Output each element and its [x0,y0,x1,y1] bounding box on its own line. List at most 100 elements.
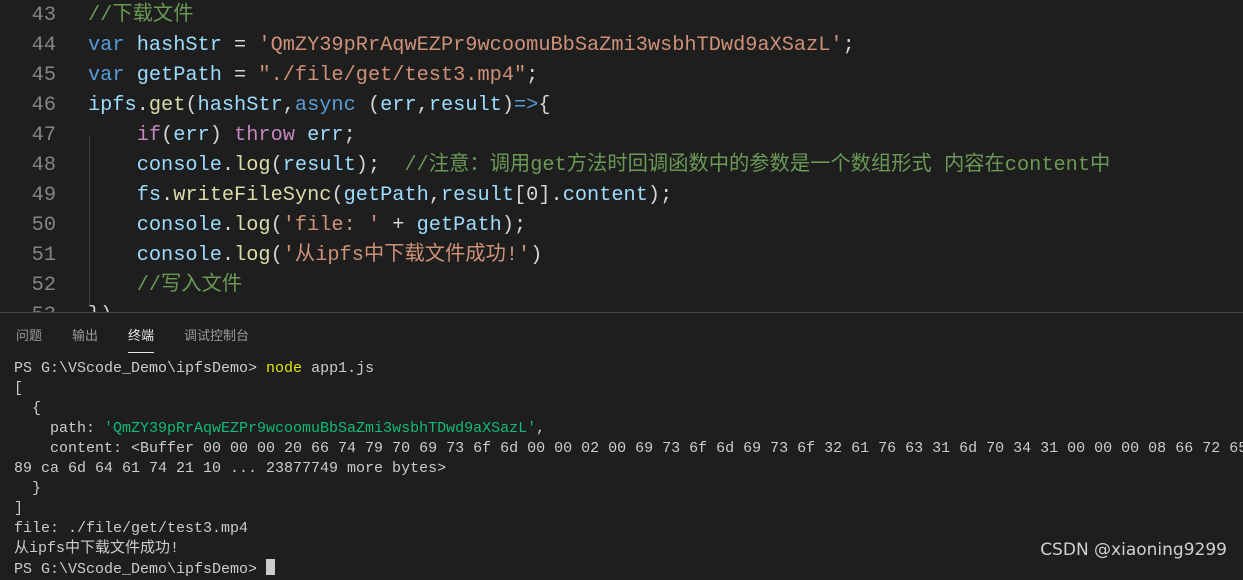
code-token: ); [647,184,673,207]
output-file-line: file: ./file/get/test3.mp4 [14,520,249,537]
code-token: //写入文件 [136,274,243,297]
code-token: "./file/get/test3.mp4" [258,64,527,87]
code-token: log [234,154,271,177]
code-token: ); [355,154,405,177]
code-token: err [173,124,210,147]
code-token: = [221,64,259,87]
line-number: 46 [31,94,56,117]
output-line: } [14,480,42,497]
code-token: + [380,214,417,237]
panel-tabs: 问题 输出 终端 调试控制台 [16,325,279,353]
code-token: ) [209,124,235,147]
line-number: 44 [31,34,56,57]
code-text: }) [88,301,112,312]
path-value: 'QmZY39pRrAqwEZPr9wcoomuBbSaZmi3wsbhTDwd… [104,420,537,437]
output-path-line: path: 'QmZY39pRrAqwEZPr9wcoomuBbSaZmi3ws… [14,419,1243,439]
output-line: [ [14,380,24,397]
bottom-panel: 问题 输出 终端 调试控制台 PS G:\VScode_Demo\ipfsDem… [0,312,1243,578]
terminal-prompt-line[interactable]: PS G:\VScode_Demo\ipfsDemo> [14,559,1243,579]
code-token: log [234,244,271,267]
code-editor[interactable]: 43 //下载文件 44 var hashStr = 'QmZY39pRrAqwEZP… [0,0,1243,312]
code-token: async [294,94,356,117]
code-token: ( [185,94,198,117]
code-token: result [428,94,502,117]
code-token: = [221,34,259,57]
path-key: path: [14,420,105,437]
code-token: err [380,94,417,117]
code-token: ( [270,154,283,177]
code-token: if [136,124,162,147]
code-text: console.log(result); //注意：调用get方法时回调函数中的… [88,151,1111,181]
code-text: //下载文件 [88,1,193,31]
code-text: //写入文件 [88,271,242,301]
code-token: '从ipfs中下载文件成功!' [282,244,531,267]
code-token: get [148,94,186,117]
code-token: { [538,94,551,117]
code-token: ( [270,214,283,237]
code-token: getPath [136,64,222,87]
code-token: ; [526,64,539,87]
tab-output[interactable]: 输出 [72,325,98,353]
code-token: writeFileSync [173,184,332,207]
line-number: 53 [0,301,56,312]
code-token: ); [501,214,527,237]
code-token: ( [270,244,283,267]
code-token: , [416,94,429,117]
code-token: 'QmZY39pRrAqwEZPr9wcoomuBbSaZmi3wsbhTDwd… [258,34,843,57]
code-token: content [562,184,648,207]
prompt: PS G:\VScode_Demo\ipfsDemo> [14,561,267,578]
code-token: throw [234,124,295,147]
line-number: 51 [31,244,56,267]
code-token: ; [842,34,855,57]
code-text: fs.writeFileSync(getPath,result[0].conte… [88,181,673,211]
code-token: log [234,214,271,237]
code-token: hashStr [197,94,283,117]
code-token: . [221,244,235,267]
code-token: console [136,244,222,267]
tab-problems[interactable]: 问题 [16,325,42,353]
code-token: result [440,184,515,207]
code-token: console [136,154,222,177]
code-token: ; [343,124,356,147]
code-token: ( [355,94,381,117]
line-number: 48 [31,154,56,177]
command-args: app1.js [302,360,375,377]
code-text: console.log('从ipfs中下载文件成功!') [88,241,543,271]
code-token: var [88,34,125,57]
output-content-line: content: <Buffer 00 00 00 20 66 74 79 70… [14,440,1243,457]
code-token: , [282,94,295,117]
code-text: var hashStr = 'QmZY39pRrAqwEZPr9wcoomuBb… [88,31,855,61]
tab-debug-console[interactable]: 调试控制台 [184,325,249,353]
prompt: PS G:\VScode_Demo\ipfsDemo> [14,360,267,377]
code-text: var getPath = "./file/get/test3.mp4"; [88,61,538,91]
line-number: 50 [31,214,56,237]
code-token: ( [331,184,344,207]
code-token: 'file: ' [282,214,381,237]
code-text: ipfs.get(hashStr,async (err,result)=>{ [88,91,551,121]
line-number: 47 [31,124,56,147]
tab-terminal[interactable]: 终端 [128,325,155,353]
code-token: [0]. [514,184,563,207]
code-token: . [221,214,235,237]
output-line: { [14,400,42,417]
code-text: if(err) throw err; [88,121,356,151]
output-line: ] [14,500,24,517]
code-token: . [136,94,149,117]
command-name: node [266,360,303,377]
line-number: 43 [31,4,56,27]
code-token: //下载文件 [88,4,194,27]
line-number: 52 [31,274,56,297]
path-comma: , [536,420,546,437]
code-token: ) [530,244,543,267]
code-token: }) [88,304,112,312]
code-token: console [136,214,222,237]
code-token: hashStr [136,34,222,57]
code-token: //注意：调用get方法时回调函数中的参数是一个数组形式 内容在content中 [404,154,1111,177]
code-token: result [282,154,356,177]
